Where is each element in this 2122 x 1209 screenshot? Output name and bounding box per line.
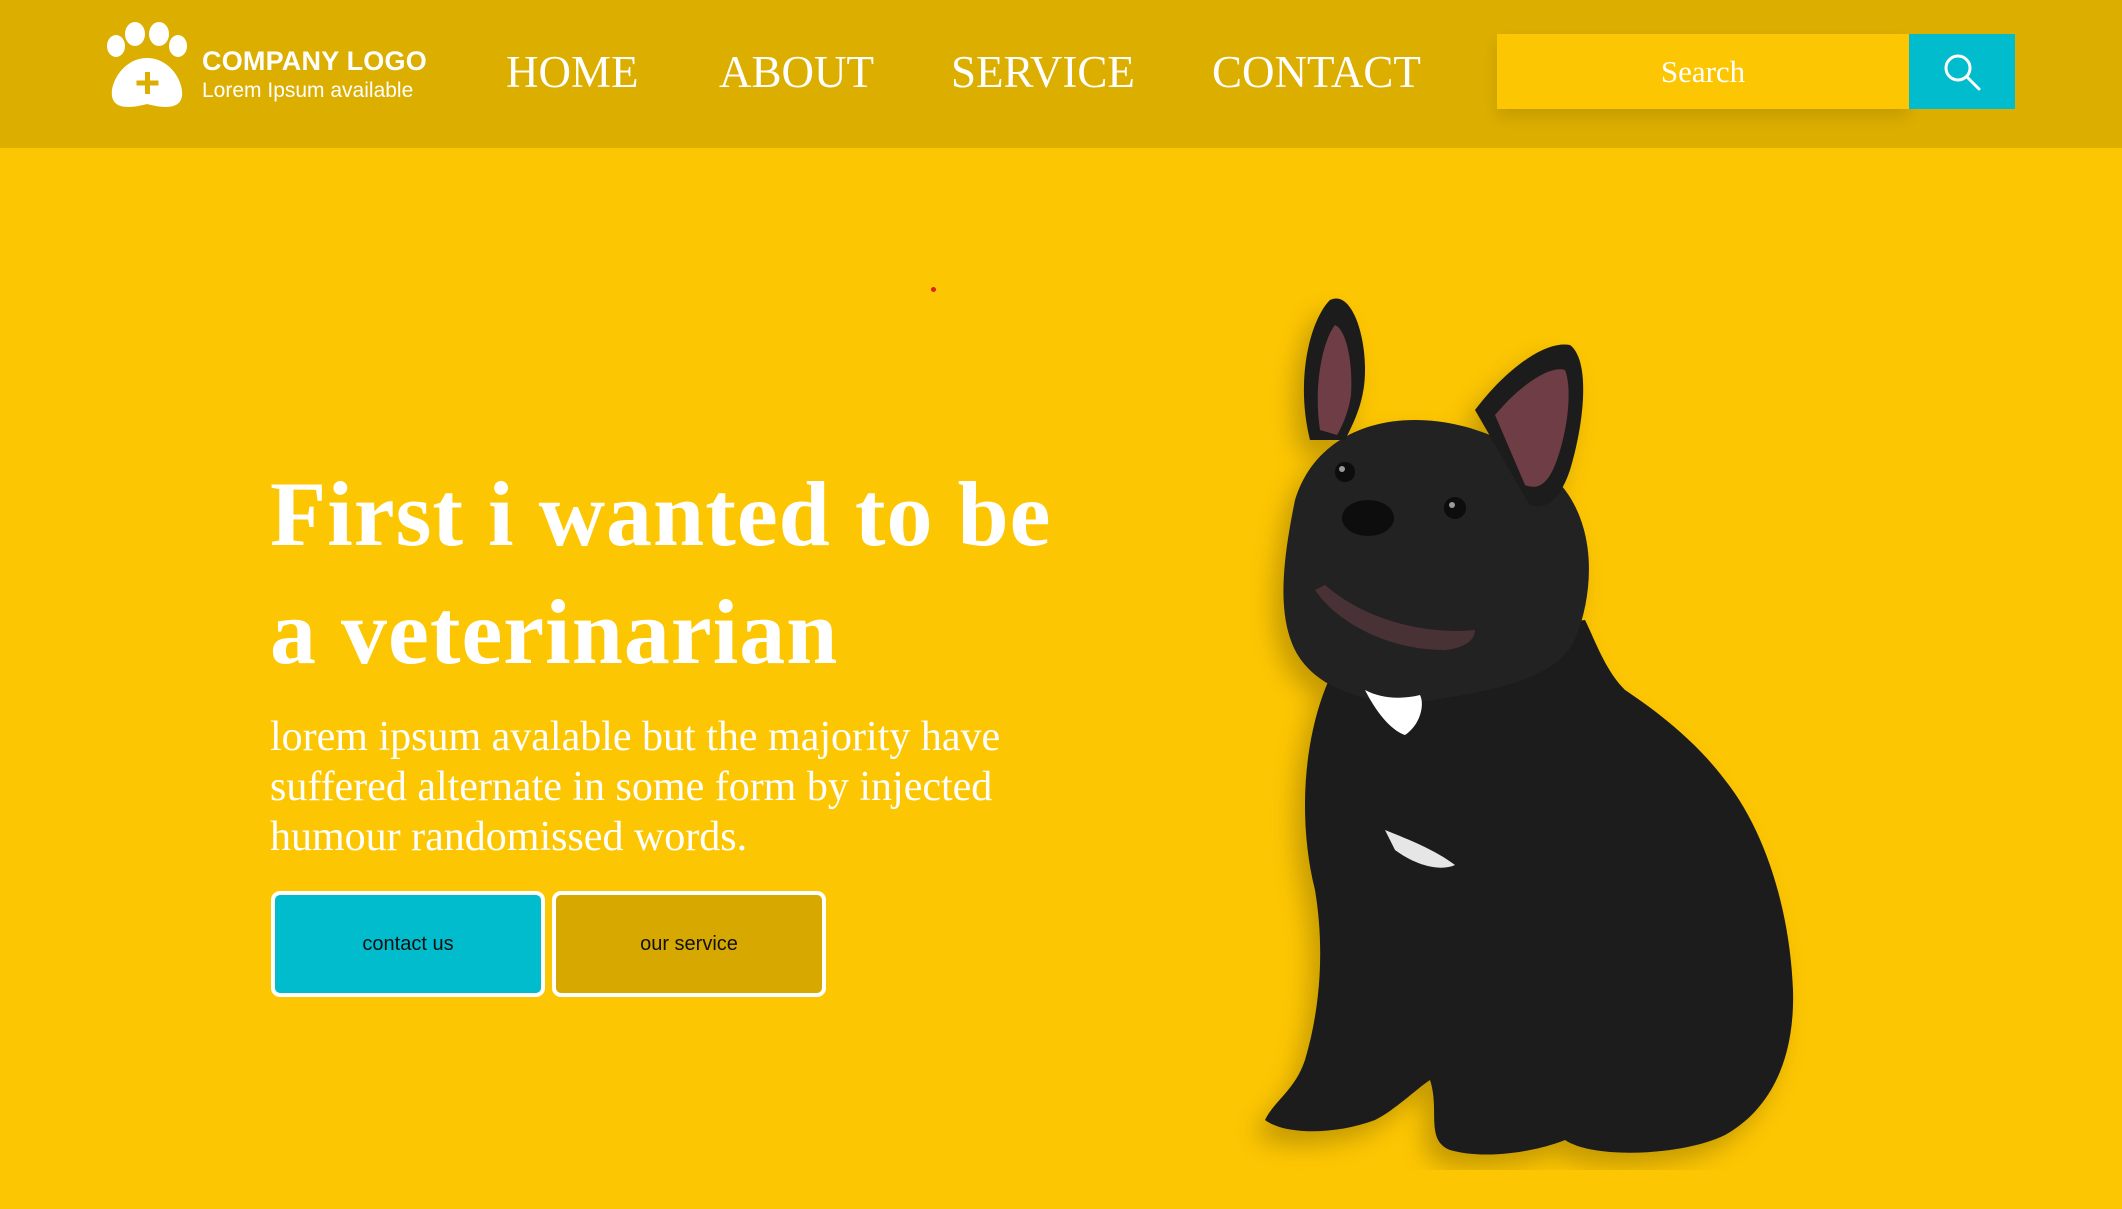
hero-title-line: a veterinarian: [270, 581, 839, 683]
our-service-button[interactable]: our service: [552, 891, 826, 997]
hero-description: lorem ipsum avalable but the majority ha…: [270, 712, 1130, 862]
nav-home[interactable]: HOME: [506, 44, 639, 100]
hero-description-line: suffered alternate in some form by injec…: [270, 764, 993, 810]
french-bulldog-image: [1265, 298, 1794, 1155]
hero-title-line: First i wanted to be: [270, 463, 1052, 565]
search-button[interactable]: [1909, 34, 2015, 109]
hero-title: First i wanted to be a veterinarian: [270, 455, 1170, 691]
logo-title: COMPANY LOGO: [202, 46, 427, 76]
company-logo[interactable]: COMPANY LOGO Lorem Ipsum available: [104, 22, 434, 112]
contact-us-button[interactable]: contact us: [271, 891, 545, 997]
nav-about[interactable]: ABOUT: [719, 44, 874, 100]
decorative-dot: [931, 287, 936, 292]
site-header: COMPANY LOGO Lorem Ipsum available HOME …: [0, 0, 2122, 148]
search-icon: [1944, 54, 1981, 90]
hero-description-line: humour randomissed words.: [270, 814, 748, 860]
nav-service[interactable]: SERVICE: [951, 44, 1135, 100]
logo-subtitle: Lorem Ipsum available: [202, 79, 414, 102]
hero-description-line: lorem ipsum avalable but the majority ha…: [270, 714, 1001, 760]
paw-plus-icon: [107, 22, 187, 107]
nav-contact[interactable]: CONTACT: [1212, 44, 1421, 100]
search-box: [1497, 34, 1909, 109]
search-input[interactable]: [1497, 34, 1909, 109]
